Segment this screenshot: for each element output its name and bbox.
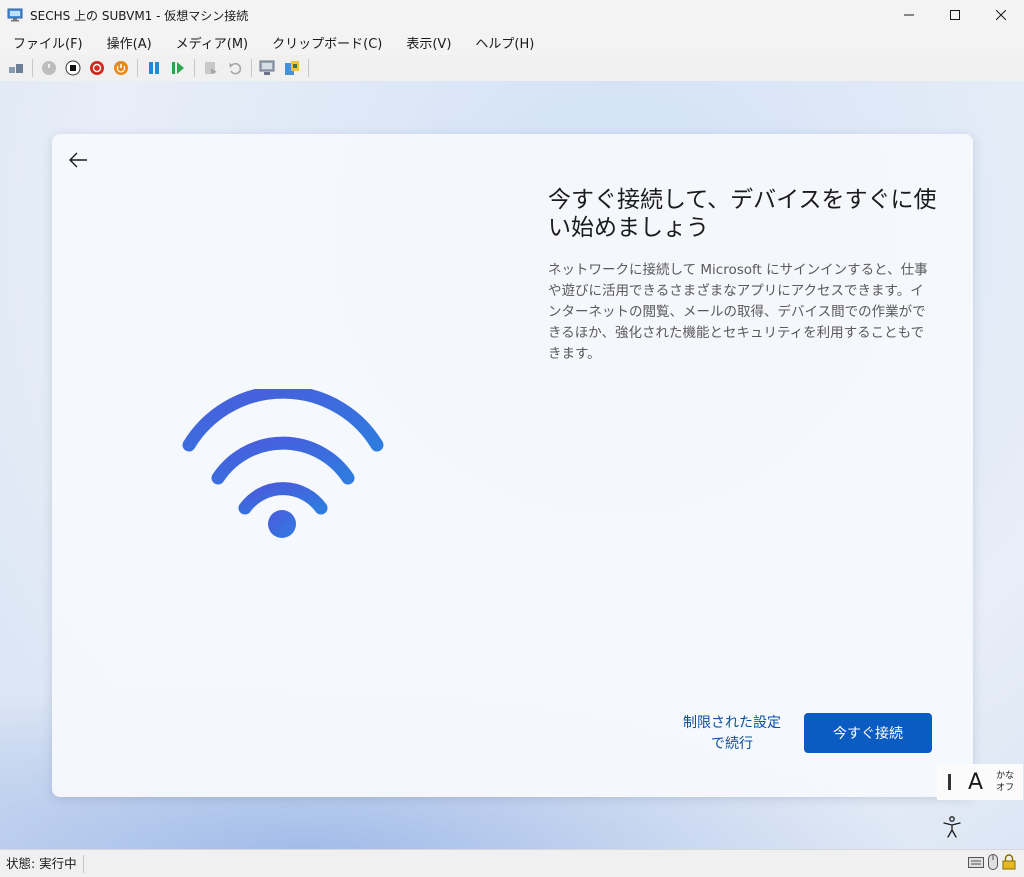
toolbar-separator	[308, 59, 309, 77]
menu-view[interactable]: 表示(V)	[395, 33, 462, 52]
ime-indicator[interactable]: A かな オフ	[937, 764, 1023, 800]
revert-button[interactable]	[225, 58, 245, 78]
ime-mode-line-1: かな	[996, 771, 1015, 781]
toolbar-separator	[137, 59, 138, 77]
status-icons	[968, 854, 1016, 870]
back-arrow-icon[interactable]	[66, 148, 90, 172]
reset-button[interactable]	[111, 58, 131, 78]
pause-icon	[149, 62, 159, 74]
window-controls	[886, 0, 1024, 30]
shutdown-button[interactable]	[87, 58, 107, 78]
link-line-1: 制限された設定	[683, 715, 781, 731]
lock-icon	[1002, 854, 1016, 870]
keyboard-icon	[968, 857, 984, 868]
share-icon	[285, 61, 299, 75]
close-button[interactable]	[978, 0, 1024, 30]
enhanced-session-button[interactable]	[258, 58, 278, 78]
wifi-icon	[182, 389, 384, 538]
share-button[interactable]	[282, 58, 302, 78]
reset-power-icon	[114, 61, 128, 75]
menu-action[interactable]: 操作(A)	[96, 33, 163, 52]
connect-now-button[interactable]: 今すぐ接続	[804, 713, 932, 753]
accessibility-icon[interactable]	[941, 815, 963, 839]
menu-clipboard[interactable]: クリップボード(C)	[261, 33, 393, 52]
revert-icon	[229, 62, 242, 75]
page-description: ネットワークに接続して Microsoft にサインインすると、仕事や遊びに活用…	[548, 262, 928, 362]
shutdown-icon	[90, 61, 104, 75]
maximize-button[interactable]	[932, 0, 978, 30]
turn-off-button[interactable]	[63, 58, 83, 78]
window-title: SECHS 上の SUBVM1 - 仮想マシン接続	[30, 8, 249, 23]
stop-icon	[65, 60, 81, 76]
enhanced-session-icon	[259, 60, 275, 75]
ime-mode-line-2: オフ	[996, 783, 1015, 793]
ctrl-alt-del-button[interactable]	[6, 58, 26, 78]
checkpoint-icon	[205, 62, 217, 74]
menu-bar: ファイル(F) 操作(A) メディア(M) クリップボード(C) 表示(V) ヘ…	[0, 30, 1024, 55]
resume-button[interactable]	[168, 58, 188, 78]
vm-display[interactable]: 今すぐ接続して、デバイスをすぐに使い始めましょう ネットワークに接続して Mic…	[0, 81, 1024, 849]
toolbar	[0, 55, 1024, 81]
ime-letter: A	[968, 769, 984, 795]
page-title: 今すぐ接続して、デバイスをすぐに使い始めましょう	[548, 187, 937, 241]
menu-help[interactable]: ヘルプ(H)	[464, 33, 545, 52]
pause-button[interactable]	[144, 58, 164, 78]
toolbar-separator	[32, 59, 33, 77]
vm-connection-icon	[7, 8, 23, 22]
status-text: 状態: 実行中	[6, 854, 84, 873]
link-line-2: で続行	[711, 736, 753, 752]
minimize-icon	[904, 14, 914, 16]
menu-file[interactable]: ファイル(F)	[2, 33, 94, 52]
power-disabled-icon	[42, 61, 56, 75]
checkpoint-button[interactable]	[201, 58, 221, 78]
toolbar-separator	[194, 59, 195, 77]
continue-limited-setup-link[interactable]: 制限された設定 で続行	[674, 713, 790, 755]
status-bar: 状態: 実行中	[0, 849, 1024, 877]
toolbar-separator	[251, 59, 252, 77]
maximize-icon	[950, 10, 960, 20]
ime-mode: かな オフ	[996, 770, 1014, 794]
minimize-button[interactable]	[886, 0, 932, 30]
close-icon	[996, 10, 1006, 20]
resume-icon	[172, 62, 184, 74]
ctrl-alt-del-icon	[9, 64, 23, 73]
mouse-icon	[988, 854, 998, 870]
title-bar: SECHS 上の SUBVM1 - 仮想マシン接続	[0, 0, 1024, 30]
start-button[interactable]	[39, 58, 59, 78]
ime-cursor-bar	[948, 774, 951, 790]
oobe-network-card: 今すぐ接続して、デバイスをすぐに使い始めましょう ネットワークに接続して Mic…	[52, 134, 973, 797]
menu-media[interactable]: メディア(M)	[165, 33, 259, 52]
